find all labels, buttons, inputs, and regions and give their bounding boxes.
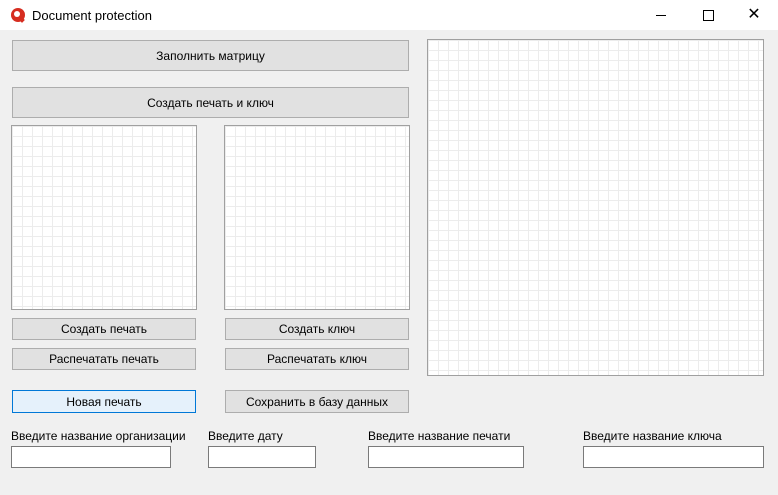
minimize-button[interactable] xyxy=(638,0,684,30)
organization-input[interactable] xyxy=(11,446,171,468)
minimize-icon xyxy=(656,14,666,16)
date-input[interactable] xyxy=(208,446,316,468)
close-button[interactable]: ✕ xyxy=(731,0,777,30)
window-title: Document protection xyxy=(32,8,152,23)
print-key-button[interactable]: Распечатать ключ xyxy=(225,348,409,370)
close-icon: ✕ xyxy=(747,6,761,23)
seal-matrix-grid[interactable] xyxy=(11,125,197,310)
create-seal-button[interactable]: Создать печать xyxy=(12,318,196,340)
save-to-database-button[interactable]: Сохранить в базу данных xyxy=(225,390,409,413)
create-key-button[interactable]: Создать ключ xyxy=(225,318,409,340)
title-bar: Document protection ✕ xyxy=(0,0,778,30)
key-name-label: Введите название ключа xyxy=(583,429,722,443)
date-label: Введите дату xyxy=(208,429,283,443)
new-seal-button[interactable]: Новая печать xyxy=(12,390,196,413)
app-logo-icon xyxy=(11,8,25,22)
fill-matrix-button[interactable]: Заполнить матрицу xyxy=(12,40,409,71)
create-seal-and-key-button[interactable]: Создать печать и ключ xyxy=(12,87,409,118)
key-name-input[interactable] xyxy=(583,446,764,468)
main-matrix-grid[interactable] xyxy=(427,39,764,376)
organization-label: Введите название организации xyxy=(11,429,186,443)
maximize-icon xyxy=(702,9,714,21)
key-matrix-grid[interactable] xyxy=(224,125,410,310)
print-seal-button[interactable]: Распечатать печать xyxy=(12,348,196,370)
maximize-button[interactable] xyxy=(685,0,731,30)
seal-name-input[interactable] xyxy=(368,446,524,468)
seal-name-label: Введите название печати xyxy=(368,429,511,443)
